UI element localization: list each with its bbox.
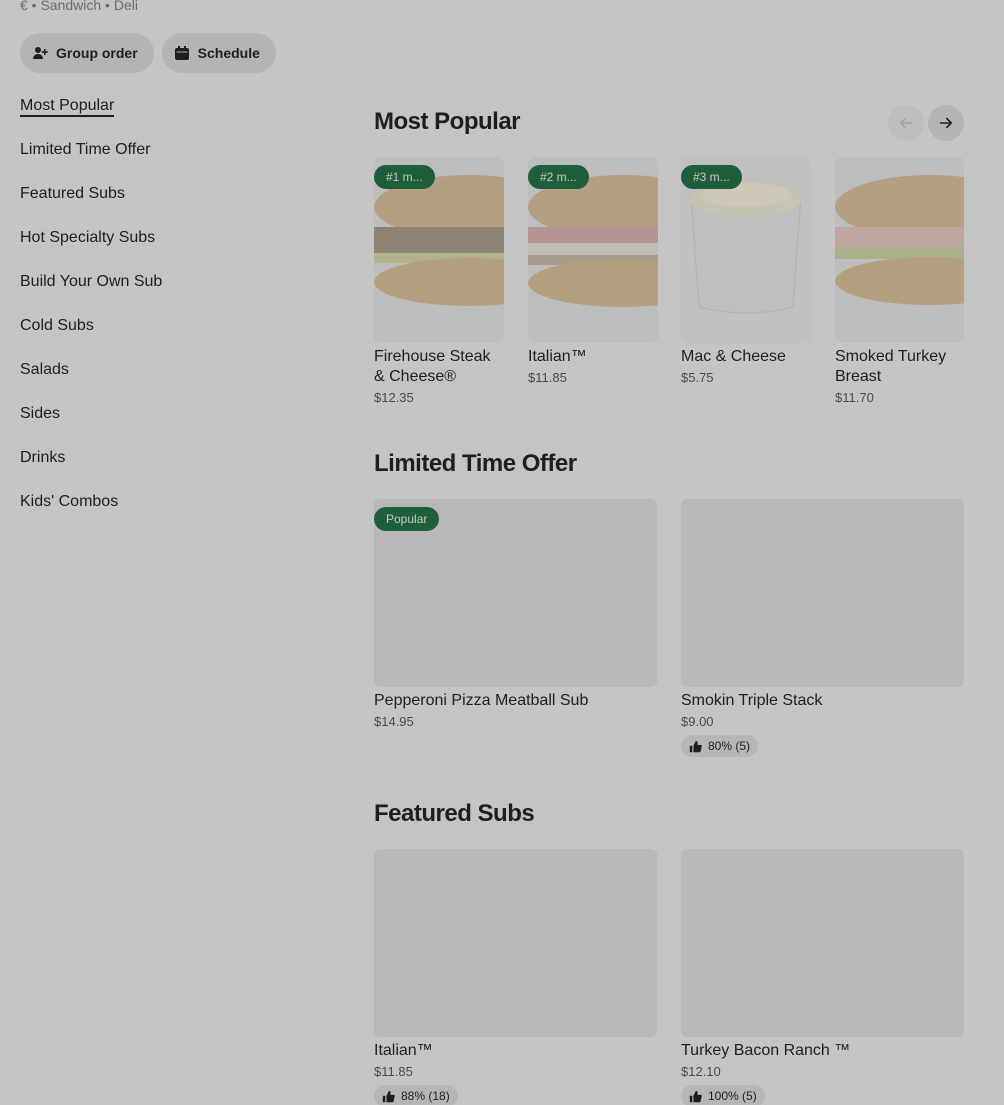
thumbs-up-icon [689,740,702,752]
store-meta: € • Sandwich • Deli [20,0,138,13]
product-name: Smoked Turkey Breast [835,348,947,385]
carousel-next-button[interactable] [928,105,964,141]
rating-value: 80% (5) [708,739,751,753]
product-price: $11.70 [835,390,874,405]
section-title-most-popular: Most Popular [374,108,521,135]
product-card[interactable]: Popular Pepperoni Pizza Meatball Sub $14… [374,499,657,729]
sidebar-item-hot-specialty-subs[interactable]: Hot Specialty Subs [20,226,320,270]
section-title-limited-time-offer: Limited Time Offer [374,450,577,477]
product-card[interactable]: Turkey Bacon Ranch ™ $12.10 100% (5) [681,849,964,1105]
rating-value: 100% (5) [708,1089,757,1103]
product-name: Smokin Triple Stack [681,692,823,709]
sub-sandwich-image [835,157,964,343]
group-order-label: Group order [56,45,138,61]
rank-badge: #2 m... [528,165,589,189]
product-price: $14.95 [374,714,414,729]
product-name: Turkey Bacon Ranch ™ [681,1042,851,1059]
product-name: Pepperoni Pizza Meatball Sub [374,692,589,709]
group-order-button[interactable]: Group order [20,33,154,73]
sidebar-item-kids-combos[interactable]: Kids' Combos [20,490,320,534]
product-image: #2 m... [528,157,658,343]
product-card[interactable]: Italian™ $11.85 88% (18) [374,849,657,1105]
product-card[interactable]: #3 m... Mac & Cheese $5.75 [681,157,811,385]
section-title-featured-subs: Featured Subs [374,800,535,827]
product-image: Popular [374,499,657,687]
product-card[interactable]: #1 m... Firehouse Steak & Cheese® $12.35 [374,157,504,405]
popular-badge: Popular [374,507,440,531]
product-price: $9.00 [681,714,714,729]
arrow-right-icon [940,117,953,129]
product-name: Mac & Cheese [681,348,786,365]
product-price: $12.35 [374,390,414,405]
product-price: $11.85 [528,370,567,385]
product-image: #3 m... [681,157,811,343]
product-card[interactable]: Smokin Triple Stack $9.00 80% (5) [681,499,964,758]
sidebar-item-build-your-own-sub[interactable]: Build Your Own Sub [20,270,320,314]
product-name: Italian™ [528,348,587,365]
thumbs-up-icon [382,1090,395,1102]
product-price: $12.10 [681,1064,721,1079]
carousel-prev-button[interactable] [888,105,924,141]
product-image: #1 m... [374,157,504,343]
rating-value: 88% (18) [401,1089,450,1103]
product-card[interactable]: Smoked Turkey Breast $11.70 [835,157,964,405]
sidebar-item-limited-time-offer[interactable]: Limited Time Offer [20,138,320,182]
rank-badge: #3 m... [681,165,742,189]
product-name: Firehouse Steak & Cheese® [374,348,491,385]
schedule-label: Schedule [197,45,260,61]
product-image [681,849,964,1037]
rating-chip: 88% (18) [374,1085,458,1105]
sidebar-item-cold-subs[interactable]: Cold Subs [20,314,320,358]
thumbs-up-icon [689,1090,702,1102]
rating-chip: 100% (5) [681,1085,765,1105]
calendar-icon [174,46,189,60]
product-image [681,499,964,687]
product-card[interactable]: #2 m... Italian™ $11.85 [528,157,658,385]
product-price: $11.85 [374,1064,413,1079]
sidebar-item-most-popular[interactable]: Most Popular [20,94,320,138]
carousel-controls [888,105,964,141]
add-person-icon [33,47,48,59]
rank-badge: #1 m... [374,165,435,189]
menu-category-nav: Most Popular Limited Time Offer Featured… [20,94,320,534]
product-image [374,849,657,1037]
rating-chip: 80% (5) [681,735,759,757]
arrow-left-icon [899,117,912,129]
product-name: Italian™ [374,1042,433,1059]
sidebar-item-drinks[interactable]: Drinks [20,446,320,490]
sidebar-item-sides[interactable]: Sides [20,402,320,446]
sidebar-item-featured-subs[interactable]: Featured Subs [20,182,320,226]
product-price: $5.75 [681,370,714,385]
product-image [835,157,964,343]
most-popular-carousel: #1 m... Firehouse Steak & Cheese® $12.35… [374,157,964,417]
sidebar-item-salads[interactable]: Salads [20,358,320,402]
store-actions: Group order Schedule [20,33,276,73]
schedule-button[interactable]: Schedule [161,33,276,73]
